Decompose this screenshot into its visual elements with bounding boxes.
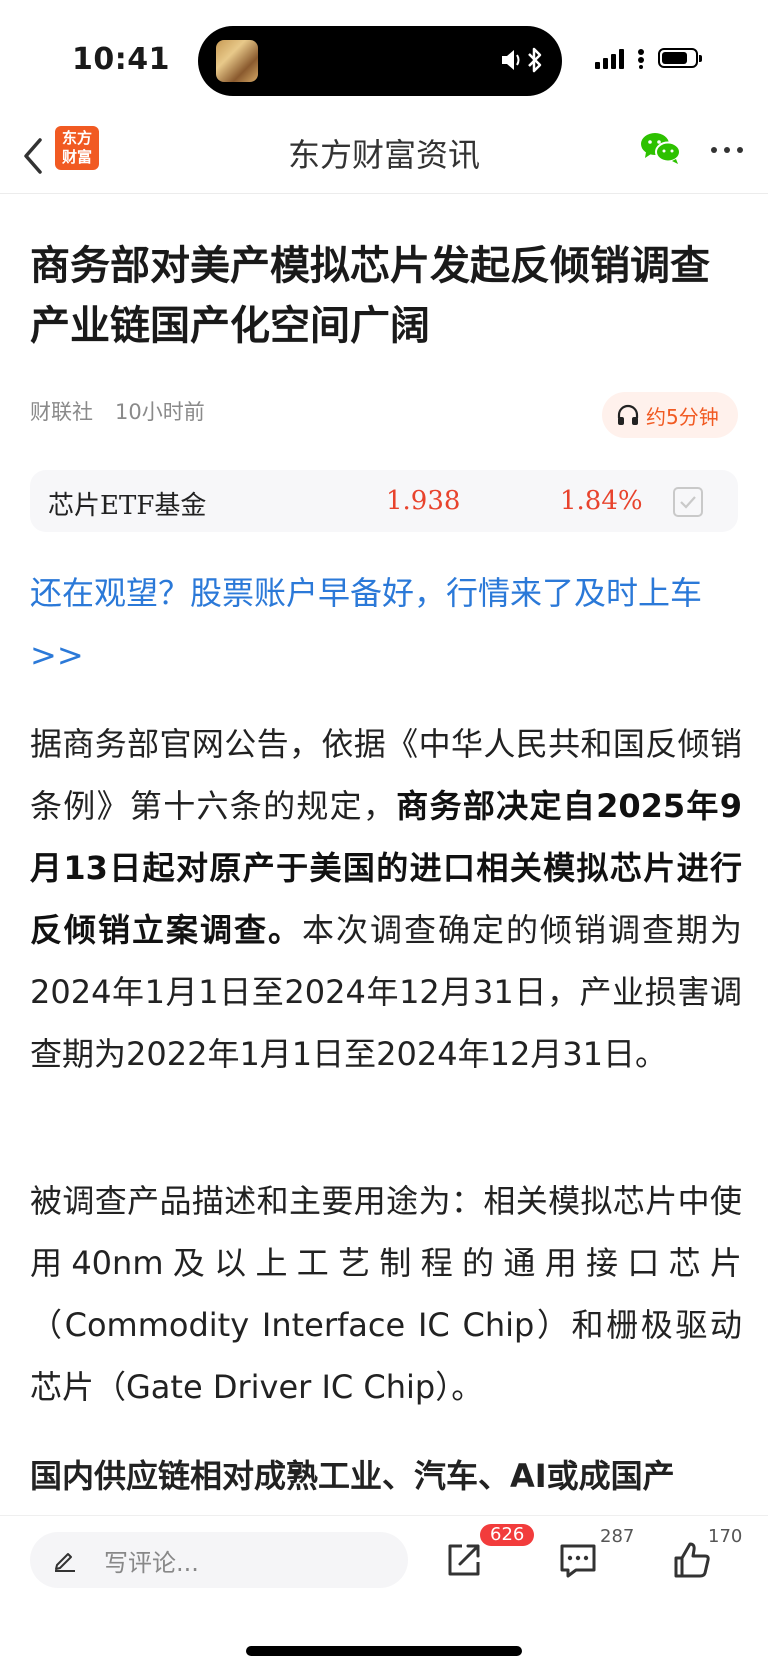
article-source[interactable]: 财联社 — [30, 400, 93, 424]
battery-icon — [658, 48, 702, 68]
wifi-dots-icon — [638, 49, 644, 69]
account-promo-link[interactable]: 还在观望？股票账户早备好，行情来了及时上车>> — [30, 562, 740, 686]
share-count-badge: 626 — [480, 1524, 535, 1546]
speaker-icon — [502, 50, 520, 70]
etf-name: 芯片ETF基金 — [48, 491, 207, 521]
like-count: 170 — [708, 1526, 743, 1547]
comment-placeholder: 写评论... — [104, 1548, 199, 1577]
pen-icon — [55, 1553, 75, 1572]
dynamic-island[interactable] — [198, 26, 562, 96]
nav-bar: 东方 财富 东方财富资讯 — [0, 120, 768, 194]
status-bar: 10:41 — [0, 0, 768, 120]
article-header: 商务部对美产模拟芯片发起反倾销调查 产业链国产化空间广阔 — [30, 236, 740, 356]
more-icon[interactable] — [710, 146, 744, 154]
article-headline: 商务部对美产模拟芯片发起反倾销调查 产业链国产化空间广阔 — [30, 243, 710, 349]
comment-input[interactable]: 写评论... — [30, 1532, 408, 1588]
listen-button[interactable]: 约5分钟 — [602, 392, 738, 438]
headphones-icon — [617, 404, 639, 425]
bottom-action-bar: 写评论... 626 287 170 — [0, 1515, 768, 1670]
now-playing-thumbnail — [216, 40, 258, 82]
island-indicators — [500, 46, 544, 74]
home-indicator[interactable] — [246, 1646, 522, 1656]
article-meta: 财联社 10小时前 — [30, 396, 205, 426]
article-paragraph-2: 被调查产品描述和主要用途为：相关模拟芯片中使用40nm及以上工艺制程的通用接口芯… — [30, 1182, 742, 1406]
comment-count: 287 — [600, 1526, 635, 1547]
status-time: 10:41 — [72, 42, 170, 77]
article-paragraph-1: 据商务部官网公告，依据《中华人民共和国反倾销条例》第十六条的规定，商务部决定自2… — [30, 713, 742, 1085]
bluetooth-icon — [528, 47, 542, 73]
etf-price: 1.938 — [386, 486, 461, 516]
status-indicators — [595, 47, 702, 69]
article-time: 10小时前 — [115, 400, 205, 424]
comments-icon[interactable] — [556, 1538, 600, 1582]
article-paragraph-3: 国内供应链相对成熟工业、汽车、AI或成国产 — [30, 1457, 675, 1495]
etf-quote-card[interactable]: 芯片ETF基金 1.938 1.84% — [30, 470, 738, 532]
add-watchlist-checkbox-icon[interactable] — [673, 487, 703, 517]
listen-duration: 约5分钟 — [646, 404, 719, 429]
share-icon[interactable] — [442, 1538, 486, 1582]
wechat-share-icon[interactable] — [640, 130, 682, 166]
cellular-signal-icon — [595, 47, 624, 69]
etf-change: 1.84% — [560, 486, 643, 516]
